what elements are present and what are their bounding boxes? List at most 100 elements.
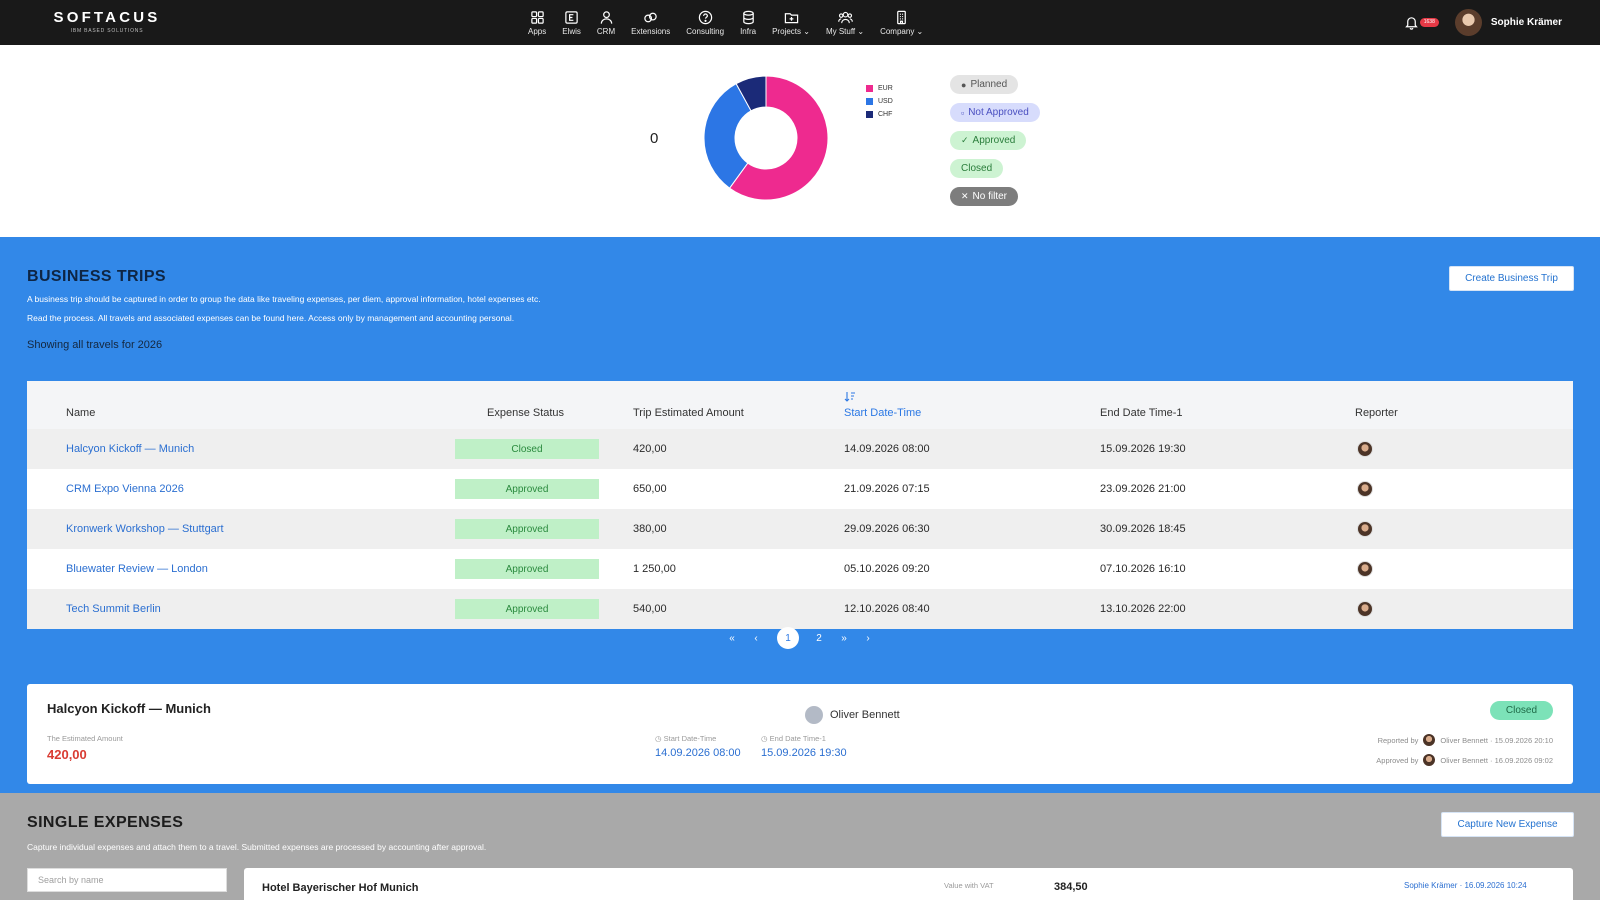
legend-item-eur: EUR	[866, 82, 893, 95]
trip-amount: 1 250,00	[633, 563, 676, 575]
expense-name: Hotel Bayerischer Hof Munich	[262, 882, 419, 894]
nav-item-elwis[interactable]: Elwis	[554, 0, 589, 45]
nav-item-infra[interactable]: Infra	[732, 0, 764, 45]
vat-value: 384,50	[1054, 881, 1088, 893]
person-avatar	[805, 706, 823, 724]
filter-none[interactable]: ✕ No filter	[950, 187, 1018, 206]
trip-end: 07.10.2026 16:10	[1100, 563, 1186, 575]
filter-not-approved[interactable]: ▫ Not Approved	[950, 103, 1040, 122]
end-label: ◷ End Date Time-1	[761, 734, 826, 743]
prev-page-button[interactable]: ‹	[745, 627, 767, 649]
elwis-icon	[565, 10, 578, 24]
clock-icon: ◷	[655, 734, 662, 743]
expense-meta[interactable]: Sophie Krämer · 16.09.2026 10:24	[1404, 881, 1527, 890]
capture-new-expense-button[interactable]: Capture New Expense	[1441, 812, 1574, 837]
reporter-avatar[interactable]	[1357, 481, 1373, 497]
sort-descending-icon[interactable]	[844, 391, 856, 403]
nav-item-projects[interactable]: Projects ⌄	[764, 0, 818, 45]
currency-legend: EUR USD CHF	[866, 82, 893, 121]
column-header-name[interactable]: Name	[66, 407, 95, 419]
trip-start: 14.09.2026 08:00	[844, 443, 930, 455]
table-row[interactable]: CRM Expo Vienna 2026 Approved 650,00 21.…	[27, 469, 1573, 509]
clock-icon: ◷	[761, 734, 768, 743]
page-2-button[interactable]: 2	[808, 627, 830, 649]
trip-end: 30.09.2026 18:45	[1100, 523, 1186, 535]
trip-name-link[interactable]: Kronwerk Workshop — Stuttgart	[66, 523, 224, 535]
reporter-avatar[interactable]	[1357, 441, 1373, 457]
nav-item-extensions[interactable]: Extensions	[623, 0, 678, 45]
nav-item-consulting[interactable]: Consulting	[678, 0, 732, 45]
table-row[interactable]: Tech Summit Berlin Approved 540,00 12.10…	[27, 589, 1573, 629]
detail-start-date: 14.09.2026 08:00	[655, 747, 741, 759]
bell-icon	[1404, 17, 1418, 30]
section-description: A business trip should be captured in or…	[27, 294, 541, 304]
notification-count-badge: 1638	[1419, 18, 1439, 27]
nav-label: Projects ⌄	[772, 26, 810, 36]
trip-name-link[interactable]: Bluewater Review — London	[66, 563, 208, 575]
column-header-end[interactable]: End Date Time-1	[1100, 407, 1183, 419]
nav-label: Infra	[740, 26, 757, 36]
trip-count: 0	[650, 130, 659, 147]
filter-approved[interactable]: ✓ Approved	[950, 131, 1027, 150]
top-navbar: SOFTACUS IBM BASED SOLUTIONS Apps Elwis …	[0, 0, 1600, 45]
approved-by-value: Oliver Bennett · 16.09.2026 09:02	[1440, 755, 1553, 765]
column-header-reporter[interactable]: Reporter	[1355, 407, 1398, 419]
status-badge: Approved	[455, 519, 599, 539]
expense-search-input[interactable]	[27, 868, 227, 892]
column-header-status[interactable]: Expense Status	[487, 407, 564, 419]
filter-planned[interactable]: ● Planned	[950, 75, 1019, 94]
filter-label: Approved	[972, 135, 1016, 146]
next-group-button[interactable]: »	[833, 627, 855, 649]
close-icon: ✕	[961, 191, 969, 201]
nav-label: Elwis	[562, 26, 581, 36]
trip-name-link[interactable]: Tech Summit Berlin	[66, 603, 161, 615]
create-business-trip-button[interactable]: Create Business Trip	[1449, 266, 1574, 291]
person-name: Oliver Bennett	[830, 709, 900, 721]
legend-swatch	[866, 98, 873, 105]
table-row[interactable]: Halcyon Kickoff — Munich Closed 420,00 1…	[27, 429, 1573, 469]
column-header-amount[interactable]: Trip Estimated Amount	[633, 407, 744, 419]
notifications-button[interactable]: 1638	[1404, 15, 1439, 30]
trip-amount: 650,00	[633, 483, 667, 495]
filter-closed[interactable]: Closed	[950, 159, 1004, 178]
reporter-avatar[interactable]	[1357, 601, 1373, 617]
legend-swatch	[866, 85, 873, 92]
reporter-avatar[interactable]	[1357, 561, 1373, 577]
page-1-button[interactable]: 1	[777, 627, 799, 649]
expense-card[interactable]: Hotel Bayerischer Hof Munich Value with …	[244, 868, 1573, 900]
trip-name-link[interactable]: Halcyon Kickoff — Munich	[66, 443, 194, 455]
grid-icon	[530, 10, 544, 24]
nav-item-crm[interactable]: CRM	[589, 0, 623, 45]
user-avatar[interactable]	[1454, 9, 1482, 36]
next-page-button[interactable]: ›	[857, 627, 879, 649]
table-row[interactable]: Bluewater Review — London Approved 1 250…	[27, 549, 1573, 589]
reporter-avatar	[1423, 734, 1436, 746]
trip-name-link[interactable]: CRM Expo Vienna 2026	[66, 483, 184, 495]
check-icon: ✓	[961, 135, 969, 145]
filter-label: No filter	[972, 191, 1007, 202]
showing-caption: Showing all travels for 2026	[27, 339, 163, 351]
user-name[interactable]: Sophie Krämer	[1491, 17, 1562, 28]
nav-item-company[interactable]: Company ⌄	[872, 0, 931, 45]
trip-start: 29.09.2026 06:30	[844, 523, 930, 535]
brand-logo[interactable]: SOFTACUS IBM BASED SOLUTIONS	[53, 10, 161, 35]
detail-end-date: 15.09.2026 19:30	[761, 747, 847, 759]
nav-item-my-stuff[interactable]: My Stuff ⌄	[818, 0, 872, 45]
trips-table: Name Expense Status Trip Estimated Amoun…	[27, 381, 1573, 629]
approver-avatar	[1423, 754, 1436, 766]
brand-name: SOFTACUS	[53, 9, 161, 26]
legend-item-chf: CHF	[866, 108, 893, 121]
main-nav: Apps Elwis CRM Extensions Consulting Inf…	[520, 0, 931, 45]
reporter-avatar[interactable]	[1357, 521, 1373, 537]
currency-donut-chart	[704, 76, 828, 200]
nav-item-apps[interactable]: Apps	[520, 0, 554, 45]
trip-detail-card[interactable]: Halcyon Kickoff — Munich The Estimated A…	[27, 684, 1573, 784]
column-header-start[interactable]: Start Date-Time	[844, 407, 921, 419]
table-row[interactable]: Kronwerk Workshop — Stuttgart Approved 3…	[27, 509, 1573, 549]
filter-label: Closed	[961, 163, 993, 174]
link-icon	[644, 12, 657, 22]
users-icon	[837, 11, 853, 23]
dot-icon: ●	[961, 79, 967, 90]
first-page-button[interactable]: «	[721, 627, 743, 649]
approved-by: Approved by Oliver Bennett · 16.09.2026 …	[1376, 754, 1553, 766]
